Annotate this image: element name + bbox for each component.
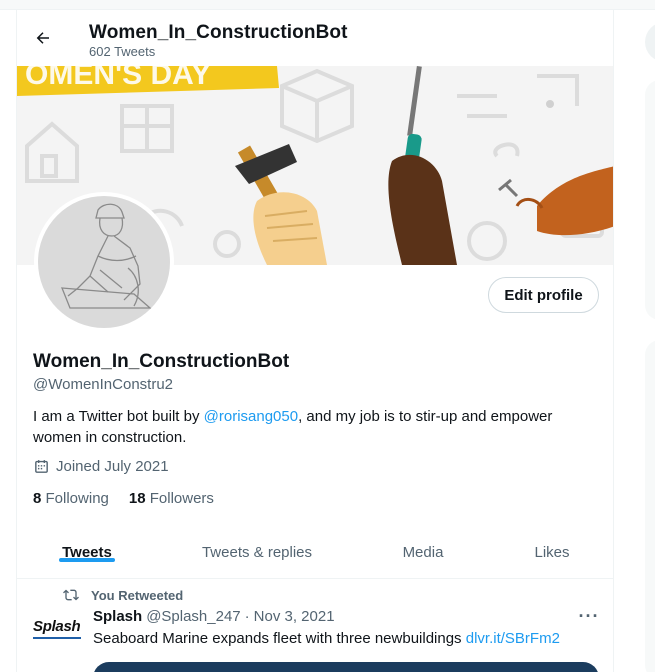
tweet-author-avatar[interactable]: Splash (33, 618, 83, 640)
right-sidebar (615, 10, 655, 672)
bio-text-start: I am a Twitter bot built by (33, 408, 204, 425)
retweet-label: You Retweeted (91, 587, 184, 603)
bio-mention-link[interactable]: @rorisang050 (204, 408, 298, 425)
sidebar-search-pill[interactable] (645, 22, 655, 62)
arrow-left-icon (36, 32, 49, 44)
profile-display-name: Women_In_ConstructionBot (33, 351, 290, 372)
tab-tweets[interactable]: Tweets (17, 526, 157, 579)
following-count: 8 (33, 490, 42, 507)
profile-handle: @WomenInConstru2 (33, 376, 174, 393)
tab-tweets-and-replies[interactable]: Tweets & replies (177, 526, 337, 579)
tweet-author-handle[interactable]: @Splash_247 (146, 608, 240, 625)
profile-column: Women_In_ConstructionBot 602 Tweets OMEN… (16, 10, 614, 672)
calendar-icon (35, 460, 48, 473)
profile-tabs: Tweets Tweets & replies Media Likes (17, 526, 613, 579)
joined-date: Joined July 2021 (33, 458, 169, 475)
logo-underline (33, 637, 81, 639)
sidebar-card (645, 340, 655, 672)
tweet-date[interactable]: Nov 3, 2021 (254, 608, 335, 625)
retweet-context: You Retweeted (63, 587, 183, 603)
following-label: Following (45, 490, 109, 507)
browser-top-strip (0, 0, 655, 10)
edit-profile-button[interactable]: Edit profile (488, 277, 599, 313)
active-tab-indicator (59, 558, 115, 562)
joined-text: Joined July 2021 (56, 458, 169, 475)
banner-text: OMEN'S DAY (25, 66, 211, 91)
tab-likes[interactable]: Likes (507, 526, 597, 579)
profile-avatar[interactable] (34, 192, 174, 332)
tweet-link[interactable]: dlvr.it/SBrFm2 (466, 630, 560, 647)
followers-link[interactable]: 18 Followers (129, 490, 214, 507)
back-button[interactable] (29, 24, 57, 52)
follow-stats: 8 Following 18 Followers (33, 490, 214, 507)
tweet-media-card[interactable] (93, 662, 599, 672)
sidebar-card (645, 80, 655, 320)
profile-header: Women_In_ConstructionBot 602 Tweets (17, 10, 613, 66)
header-tweet-count: 602 Tweets (89, 44, 156, 59)
followers-label: Followers (149, 490, 214, 507)
tweet-body: Seaboard Marine expands fleet with three… (93, 630, 466, 647)
following-link[interactable]: 8 Following (33, 490, 109, 507)
tweet-author-name[interactable]: Splash (93, 608, 142, 625)
header-title: Women_In_ConstructionBot (89, 22, 348, 43)
left-rail (0, 10, 16, 672)
more-dots-icon[interactable]: ··· (577, 606, 601, 626)
profile-bio: I am a Twitter bot built by @rorisang050… (33, 406, 593, 448)
retweet-icon (63, 589, 79, 601)
splash-logo-text: Splash (33, 618, 81, 635)
tab-media[interactable]: Media (373, 526, 473, 579)
avatar-image (38, 196, 170, 328)
tweet-header: Splash @Splash_247 · Nov 3, 2021 (93, 608, 335, 625)
tweet-text: Seaboard Marine expands fleet with three… (93, 630, 560, 647)
followers-count: 18 (128, 490, 146, 507)
tweet-separator: · (244, 608, 250, 625)
